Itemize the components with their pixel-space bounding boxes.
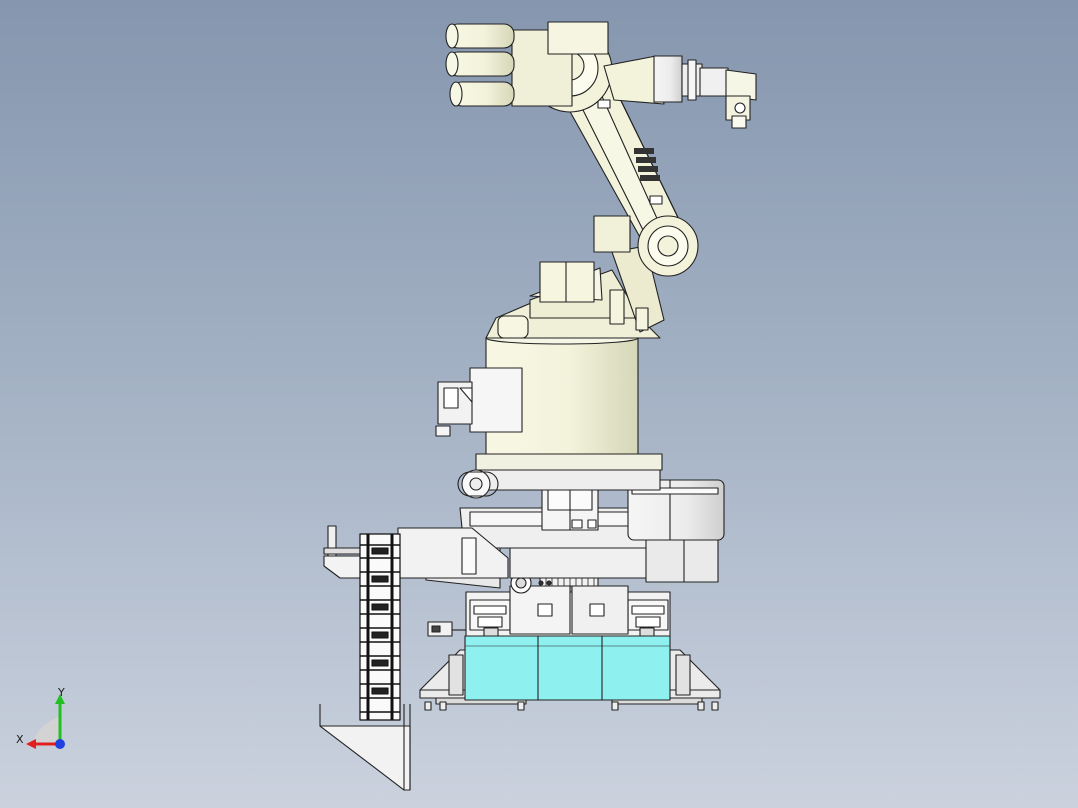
- robot-wrist-flange: [699, 67, 757, 129]
- rotary-base-a1: [485, 245, 665, 339]
- y-axis-label: Y: [58, 686, 65, 699]
- cad-viewport[interactable]: Y X: [0, 0, 1078, 808]
- cyan-mounting-blocks: [464, 635, 671, 701]
- x-axis-label: X: [16, 733, 24, 746]
- linear-slide-carriage: [427, 585, 671, 637]
- counterweight-cylinders: [445, 23, 515, 107]
- x-axis-arrowhead: [26, 739, 36, 749]
- cable-drag-chain: [359, 533, 401, 721]
- robot-assembly-drawing[interactable]: [0, 0, 1078, 808]
- robot-elbow-a3: [511, 21, 613, 113]
- robot-forearm-a4: [603, 55, 703, 105]
- z-axis-dot: [55, 739, 65, 749]
